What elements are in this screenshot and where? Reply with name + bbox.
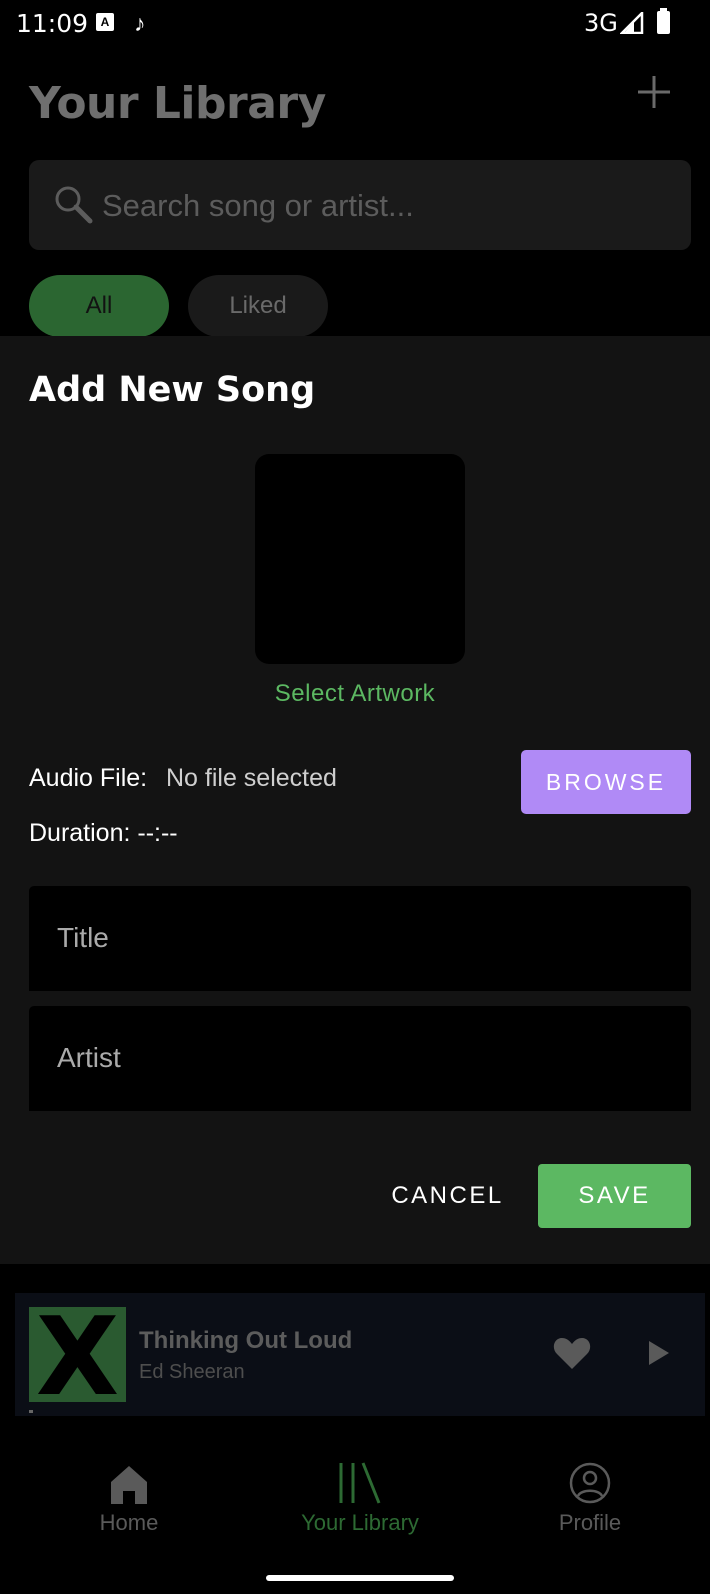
- music-note-icon: ♪: [134, 10, 146, 36]
- nav-library-label: Your Library: [301, 1510, 419, 1535]
- artist-field[interactable]: Artist: [29, 1006, 691, 1111]
- signal-icon: [618, 9, 644, 39]
- nav-profile-label: Profile: [558, 1510, 622, 1535]
- search-bar[interactable]: Search song or artist...: [29, 160, 691, 250]
- mini-player[interactable]: X Thinking Out Loud Ed Sheeran: [15, 1293, 705, 1416]
- filter-chip-all[interactable]: All: [29, 275, 169, 337]
- nav-home-label: Home: [99, 1510, 159, 1535]
- heart-icon[interactable]: [553, 1336, 591, 1375]
- plus-icon: [638, 76, 670, 108]
- network-type: 3G: [584, 9, 618, 37]
- audio-file-value: No file selected: [166, 764, 337, 792]
- artwork-preview[interactable]: [255, 454, 465, 664]
- player-song-title: Thinking Out Loud: [139, 1327, 353, 1354]
- home-icon: [111, 1466, 147, 1504]
- status-time: 11:09: [16, 9, 89, 38]
- a-badge-icon: A: [96, 13, 114, 31]
- page-title: Your Library: [29, 78, 326, 129]
- save-button[interactable]: SAVE: [538, 1164, 691, 1228]
- title-placeholder: Title: [57, 922, 109, 953]
- search-input[interactable]: Search song or artist...: [102, 188, 414, 224]
- battery-icon: [657, 8, 670, 34]
- search-icon: [53, 184, 93, 229]
- filter-chip-liked[interactable]: Liked: [188, 275, 328, 337]
- duration-text: Duration: --:--: [29, 819, 178, 847]
- status-bar: 11:09 A ♪ 3G: [0, 0, 710, 48]
- library-icon: [339, 1462, 381, 1504]
- nav-home[interactable]: Home: [29, 1458, 229, 1536]
- add-song-dialog: Add New Song Select Artwork Audio File: …: [0, 336, 710, 1264]
- profile-icon: [569, 1462, 611, 1504]
- player-artist-name: Ed Sheeran: [139, 1361, 245, 1383]
- album-artwork: X: [29, 1307, 126, 1402]
- gesture-home-bar[interactable]: [266, 1575, 454, 1581]
- nav-profile[interactable]: Profile: [490, 1458, 690, 1536]
- title-field[interactable]: Title: [29, 886, 691, 991]
- nav-library[interactable]: Your Library: [260, 1458, 460, 1536]
- browse-button[interactable]: BROWSE: [521, 750, 691, 814]
- album-artwork-letter: X: [35, 1307, 120, 1402]
- select-artwork-button[interactable]: Select Artwork: [0, 680, 710, 708]
- cancel-button[interactable]: CANCEL: [380, 1164, 515, 1228]
- playback-progress: [29, 1410, 33, 1413]
- dialog-title: Add New Song: [29, 370, 316, 410]
- play-icon[interactable]: [647, 1339, 671, 1372]
- add-song-button[interactable]: [636, 74, 672, 110]
- audio-file-label: Audio File:: [29, 764, 148, 792]
- bottom-nav: Home Your Library Profile: [0, 1430, 710, 1594]
- artist-placeholder: Artist: [57, 1042, 121, 1073]
